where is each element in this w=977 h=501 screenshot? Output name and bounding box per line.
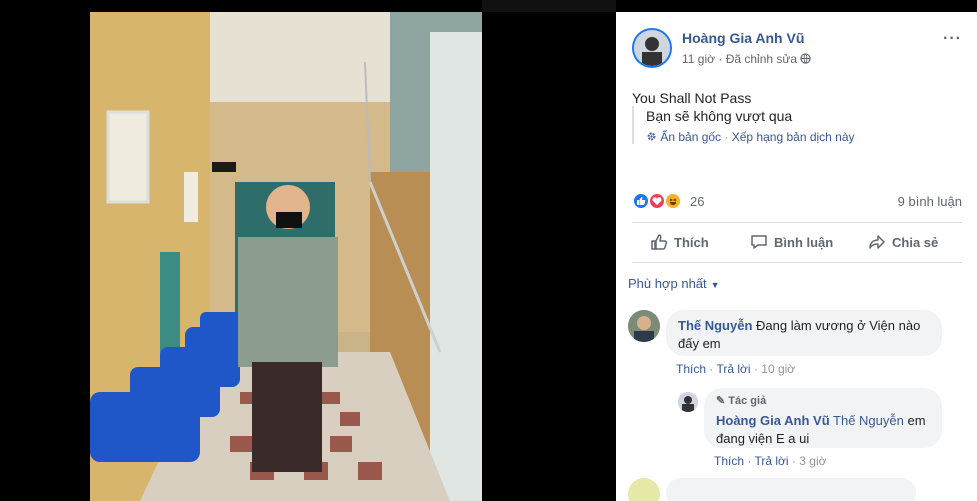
comment-actions: Thích · Trả lời · 10 giờ (676, 362, 795, 376)
like-label: Thích (674, 234, 709, 250)
reply-author-name[interactable]: Hoàng Gia Anh Vũ (716, 413, 830, 428)
author-avatar[interactable] (632, 28, 672, 68)
haha-reaction-icon[interactable] (664, 192, 682, 210)
comment-label: Bình luận (774, 234, 834, 250)
dot-separator: · (709, 362, 714, 376)
reply-reply-link[interactable]: Trả lời (754, 454, 788, 468)
comment-sort-dropdown[interactable]: Phù hợp nhất ▼ (628, 276, 720, 291)
share-arrow-icon (869, 235, 885, 249)
post-header: Hoàng Gia Anh Vũ 11 giờ · Đã chỉnh sửa ·… (632, 28, 962, 72)
share-label: Chia sẻ (892, 234, 939, 250)
rate-translation-link[interactable]: Xếp hạng bản dịch này (732, 130, 855, 144)
gear-icon[interactable] (646, 130, 660, 144)
comment-text-line2: đấy em (678, 336, 721, 351)
hide-original-link[interactable]: Ẩn bản gốc (660, 130, 721, 144)
link-separator: · (724, 130, 729, 144)
reply-text-line2: đang viện E a ui (716, 431, 810, 446)
reply-author-avatar[interactable] (678, 392, 698, 412)
commenter-name[interactable]: Thế Nguyễn (678, 318, 752, 333)
author-name[interactable]: Hoàng Gia Anh Vũ (682, 30, 804, 46)
reply-text-line1: em (907, 413, 926, 428)
comment-bubble: Thế Nguyễn Đang làm vương ở Viện nào đấy… (666, 310, 942, 356)
meta-dot: · (718, 52, 723, 66)
author-badge: ✎ Tác giả (716, 392, 930, 410)
reply-like-link[interactable]: Thích (714, 454, 744, 468)
comment-button[interactable]: Bình luận (750, 230, 833, 254)
photo-viewer (0, 0, 616, 501)
comment-item: Thế Nguyễn Đang làm vương ở Viện nào đấy… (628, 310, 968, 380)
translation-block: Bạn sẽ không vượt qua Ẩn bản gốc · Xếp h… (632, 106, 952, 144)
mentioned-user[interactable]: Thế Nguyễn (833, 413, 904, 428)
post-time[interactable]: 11 giờ (682, 52, 715, 66)
commenter-avatar[interactable] (628, 310, 660, 342)
reply-bubble: ✎ Tác giả Hoàng Gia Anh Vũ Thế Nguyễn em… (704, 388, 942, 448)
post-side-panel: Hoàng Gia Anh Vũ 11 giờ · Đã chỉnh sửa ·… (616, 12, 977, 501)
translation-links: Ẩn bản gốc · Xếp hạng bản dịch này (646, 130, 952, 144)
dot-separator: · (753, 362, 758, 376)
reply-time[interactable]: 3 giờ (799, 454, 826, 468)
next-comment-bubble (666, 478, 916, 501)
pencil-icon: ✎ (716, 395, 726, 407)
next-commenter-avatar[interactable] (628, 478, 660, 501)
reply-actions: Thích · Trả lời · 3 giờ (714, 454, 826, 468)
divider-bottom (632, 262, 962, 263)
post-meta: 11 giờ · Đã chỉnh sửa (682, 52, 812, 66)
post-text: You Shall Not Pass (632, 90, 752, 106)
comment-time[interactable]: 10 giờ (761, 362, 795, 376)
background-nav-strip (482, 0, 616, 12)
divider-top (632, 222, 962, 223)
reactions-row: 26 9 bình luận (632, 192, 962, 212)
caret-down-icon: ▼ (710, 280, 720, 290)
more-options-icon[interactable]: ··· (943, 30, 962, 48)
reply-item: ✎ Tác giả Hoàng Gia Anh Vũ Thế Nguyễn em… (678, 388, 968, 478)
comment-reply-link[interactable]: Trả lời (716, 362, 750, 376)
like-button[interactable]: Thích (650, 230, 709, 254)
sort-label: Phù hợp nhất (628, 276, 707, 291)
dot-separator: · (747, 454, 752, 468)
edited-label[interactable]: Đã chỉnh sửa (726, 52, 797, 66)
comment-text-line1: Đang làm vương ở Viện nào (756, 318, 921, 333)
privacy-globe-icon[interactable] (800, 52, 812, 66)
dot-separator: · (791, 454, 796, 468)
comment-count[interactable]: 9 bình luận (898, 194, 962, 209)
comment-bubble-icon (751, 235, 767, 249)
author-badge-label: Tác giả (728, 395, 767, 407)
post-photo[interactable] (90, 12, 482, 501)
action-bar: Thích Bình luận Chia sẻ (632, 230, 962, 254)
translated-text: Bạn sẽ không vượt qua (646, 108, 793, 124)
share-button[interactable]: Chia sẻ (868, 230, 938, 254)
comment-like-link[interactable]: Thích (676, 362, 706, 376)
thumbs-up-icon (651, 234, 668, 250)
reaction-count[interactable]: 26 (690, 194, 704, 209)
